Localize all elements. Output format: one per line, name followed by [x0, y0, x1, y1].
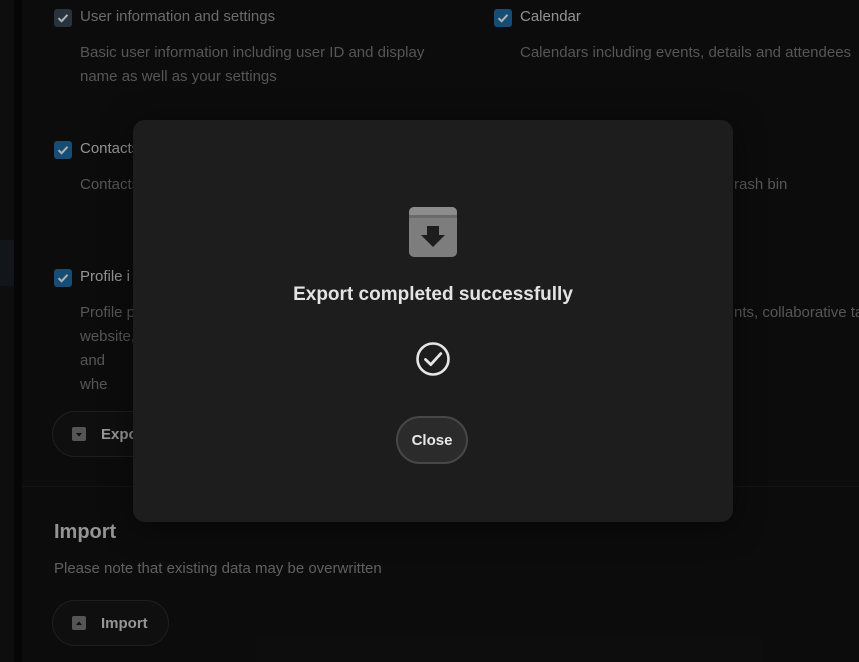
check-circle-icon: [416, 342, 450, 376]
close-button-label: Close: [411, 431, 453, 449]
export-complete-dialog: Export completed successfully Close: [133, 120, 733, 522]
close-button[interactable]: Close: [396, 416, 468, 464]
dialog-title: Export completed successfully: [293, 284, 573, 305]
archive-download-icon: [409, 207, 457, 257]
